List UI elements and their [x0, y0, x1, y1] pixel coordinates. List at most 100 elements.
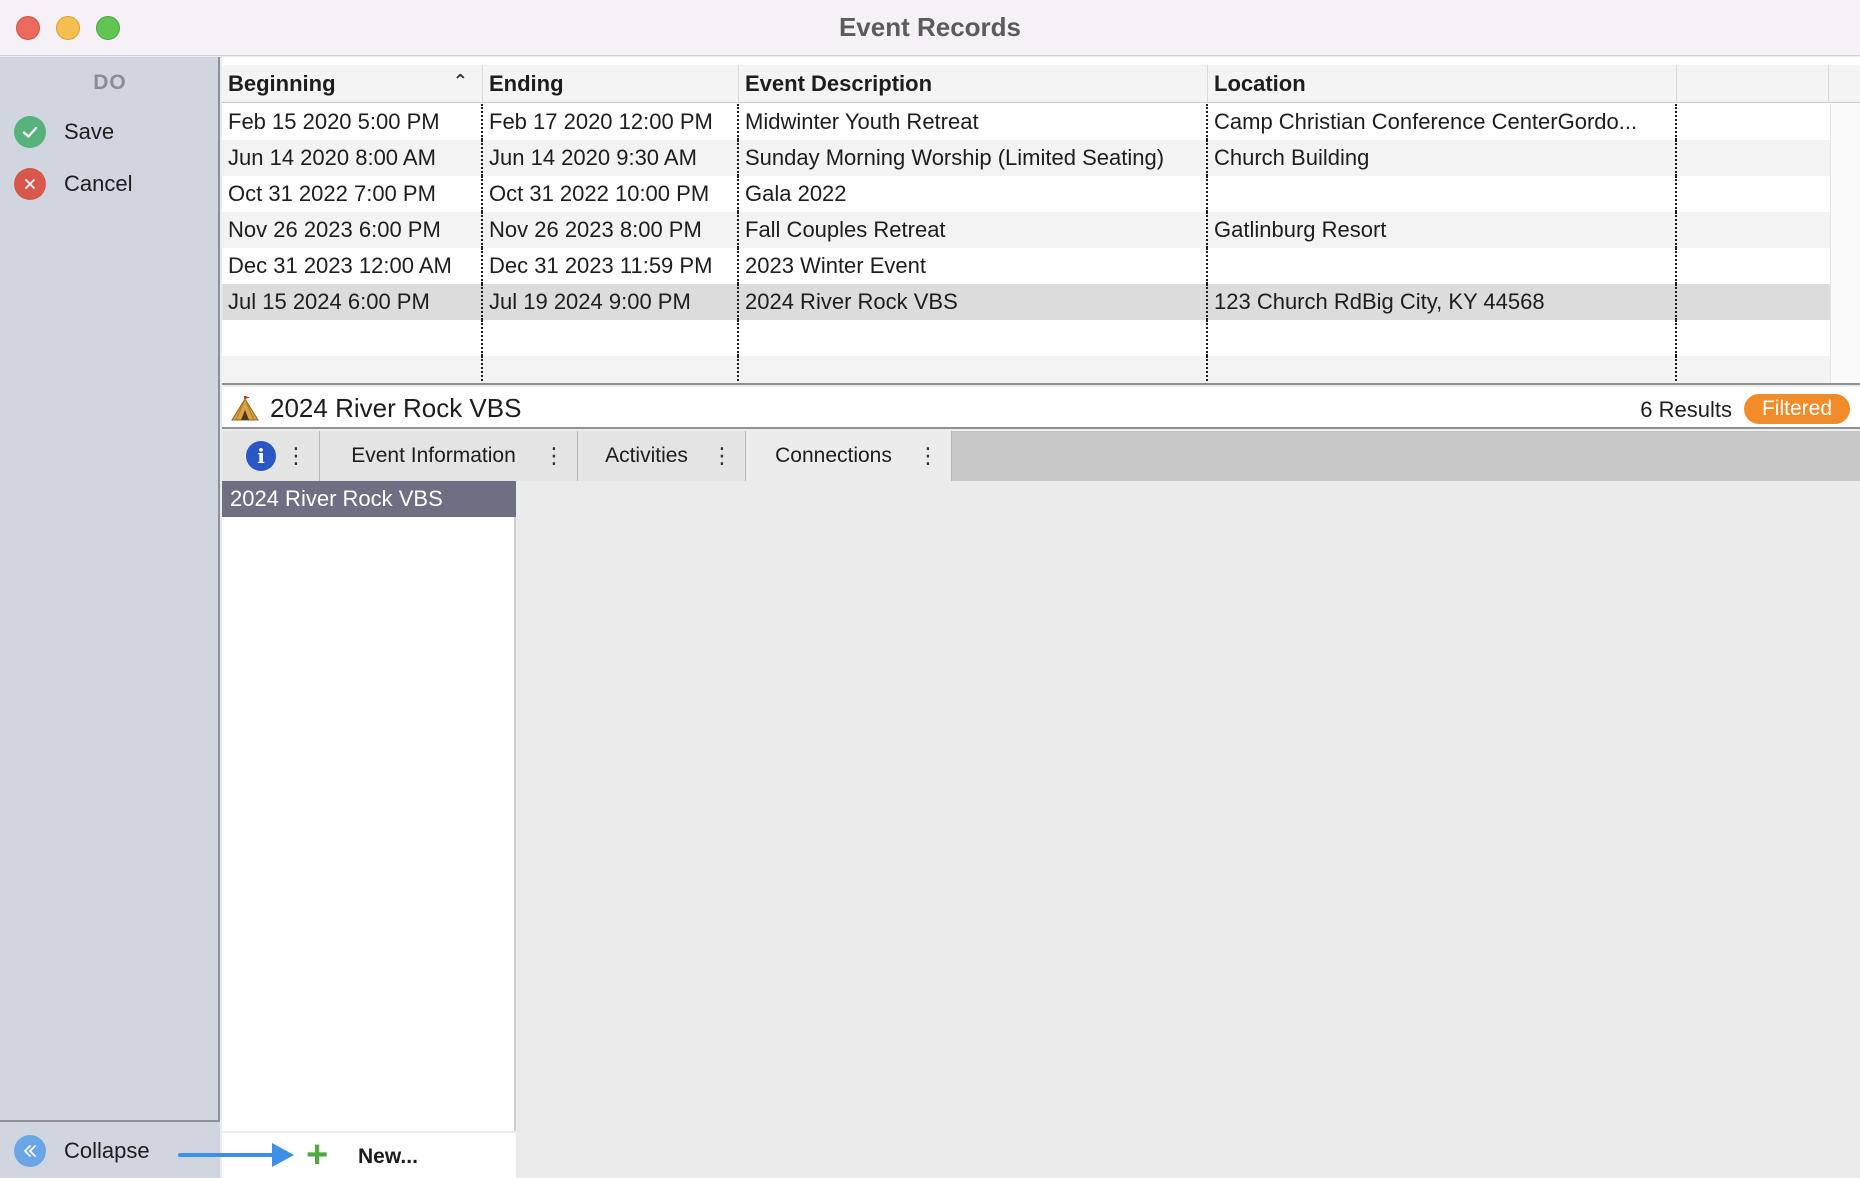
cell-extra [1677, 212, 1829, 248]
tab-label: Event Information [351, 444, 516, 467]
column-header-ending[interactable]: Ending [483, 65, 739, 103]
tab-event-information[interactable]: Event Information ⋮ [320, 431, 578, 481]
table-row[interactable]: Nov 26 2023 6:00 PM Nov 26 2023 8:00 PM Fa… [222, 212, 1830, 248]
table-row[interactable]: Jun 14 2020 8:00 AM Jun 14 2020 9:30 AM Su… [222, 140, 1830, 176]
cell-extra [1677, 140, 1829, 176]
tab-label: Activities [605, 444, 688, 467]
tent-icon [231, 396, 259, 421]
cell-location: 123 Church RdBig City, KY 44568 [1208, 284, 1677, 320]
table-row[interactable]: Jul 15 2024 6:00 PM Jul 19 2024 9:00 PM 20… [222, 284, 1830, 320]
tab-info[interactable]: i ⋮ [222, 431, 320, 481]
cell-description: Midwinter Youth Retreat [739, 104, 1208, 140]
column-header-extra[interactable] [1677, 65, 1829, 103]
cancel-label: Cancel [64, 171, 133, 196]
cell-description: Fall Couples Retreat [739, 212, 1208, 248]
tab-label: Connections [775, 444, 892, 467]
cell-beginning: Dec 31 2023 12:00 AM [222, 248, 483, 284]
cell-location [1208, 356, 1677, 383]
table-scrollbar[interactable] [1830, 104, 1860, 383]
record-header: 2024 River Rock VBS 6 Results Filtered [222, 387, 1860, 429]
cell-ending [483, 356, 739, 383]
arrow-right-icon [178, 1143, 294, 1167]
sidebar-section-label: DO [93, 71, 127, 94]
record-title: 2024 River Rock VBS [270, 393, 522, 423]
double-chevron-left-icon [14, 1135, 46, 1167]
save-button[interactable]: Save [14, 115, 114, 149]
column-header-label: Event Description [745, 71, 933, 96]
title-bar: Event Records [0, 0, 1860, 56]
column-header-description[interactable]: Event Description [739, 65, 1208, 103]
tab-connections[interactable]: Connections ⋮ [746, 431, 952, 481]
cell-ending: Nov 26 2023 8:00 PM [483, 212, 739, 248]
collapse-label: Collapse [64, 1138, 150, 1163]
cell-location [1208, 248, 1677, 284]
cell-extra [1677, 104, 1829, 140]
cell-extra [1677, 320, 1829, 356]
column-header-label: Beginning [228, 71, 336, 96]
cell-beginning: Feb 15 2020 5:00 PM [222, 104, 483, 140]
cell-description: 2024 River Rock VBS [739, 284, 1208, 320]
cell-ending: Oct 31 2022 10:00 PM [483, 176, 739, 212]
cell-ending [483, 320, 739, 356]
save-label: Save [64, 119, 115, 144]
tab-bar: i ⋮ Event Information ⋮ Activities ⋮ Con… [222, 431, 1860, 481]
column-header-label: Location [1214, 71, 1306, 96]
table-row[interactable] [222, 356, 1830, 383]
new-connection-label: New... [358, 1145, 418, 1168]
column-header-label: Ending [489, 71, 564, 96]
cell-beginning: Jun 14 2020 8:00 AM [222, 140, 483, 176]
filtered-badge[interactable]: Filtered [1743, 394, 1850, 424]
cell-location [1208, 320, 1677, 356]
sidebar: DO Save Cancel Collapse [0, 57, 220, 1178]
event-records-table: Beginning ⌃ Ending Event Description Loc… [222, 57, 1860, 385]
table-header: Beginning ⌃ Ending Event Description Loc… [222, 65, 1860, 103]
window-title: Event Records [838, 12, 1022, 42]
cell-description: 2023 Winter Event [739, 248, 1208, 284]
table-row[interactable]: Oct 31 2022 7:00 PM Oct 31 2022 10:00 PM G… [222, 176, 1830, 212]
cell-beginning [222, 356, 483, 383]
table-body: Feb 15 2020 5:00 PM Feb 17 2020 12:00 PM M… [222, 104, 1830, 383]
plus-icon: + [306, 1134, 329, 1176]
cancel-button[interactable]: Cancel [14, 167, 132, 201]
table-row[interactable]: Dec 31 2023 12:00 AM Dec 31 2023 11:59 PM… [222, 248, 1830, 284]
cell-ending: Jul 19 2024 9:00 PM [483, 284, 739, 320]
cell-location [1208, 176, 1677, 212]
sort-ascending-icon: ⌃ [452, 71, 468, 91]
checkmark-icon [14, 116, 46, 148]
cell-beginning [222, 320, 483, 356]
cell-extra [1677, 248, 1829, 284]
close-icon [14, 168, 46, 200]
connections-panel: 2024 River Rock VBS + New... [222, 481, 1860, 1178]
cell-description [739, 320, 1208, 356]
cell-ending: Jun 14 2020 9:30 AM [483, 140, 739, 176]
connections-list: 2024 River Rock VBS [222, 481, 516, 1131]
cell-description: Gala 2022 [739, 176, 1208, 212]
cell-description [739, 356, 1208, 383]
tab-activities[interactable]: Activities ⋮ [578, 431, 746, 481]
table-row[interactable]: Feb 15 2020 5:00 PM Feb 17 2020 12:00 PM M… [222, 104, 1830, 140]
connections-list-item[interactable]: 2024 River Rock VBS [222, 481, 516, 517]
cell-location: Camp Christian Conference CenterGordo... [1208, 104, 1677, 140]
cell-extra [1677, 356, 1829, 383]
cell-beginning: Oct 31 2022 7:00 PM [222, 176, 483, 212]
cell-location: Gatlinburg Resort [1208, 212, 1677, 248]
app-window: Event Records DO Save Cancel Collapse Be… [0, 0, 1860, 1178]
cell-extra [1677, 176, 1829, 212]
results-count: 6 Results [1640, 397, 1732, 422]
column-header-location[interactable]: Location [1208, 65, 1677, 103]
info-icon: i [246, 441, 276, 471]
tab-menu-icon[interactable]: ⋮ [543, 443, 565, 469]
tab-menu-icon[interactable]: ⋮ [711, 443, 733, 469]
cell-extra [1677, 284, 1829, 320]
tab-menu-icon[interactable]: ⋮ [285, 443, 307, 469]
column-header-beginning[interactable]: Beginning ⌃ [222, 65, 483, 103]
cell-beginning: Nov 26 2023 6:00 PM [222, 212, 483, 248]
table-row[interactable] [222, 320, 1830, 356]
cell-ending: Dec 31 2023 11:59 PM [483, 248, 739, 284]
tab-menu-icon[interactable]: ⋮ [917, 443, 939, 469]
cell-ending: Feb 17 2020 12:00 PM [483, 104, 739, 140]
cell-location: Church Building [1208, 140, 1677, 176]
cell-beginning: Jul 15 2024 6:00 PM [222, 284, 483, 320]
collapse-button[interactable]: Collapse [14, 1134, 150, 1168]
cell-description: Sunday Morning Worship (Limited Seating) [739, 140, 1208, 176]
